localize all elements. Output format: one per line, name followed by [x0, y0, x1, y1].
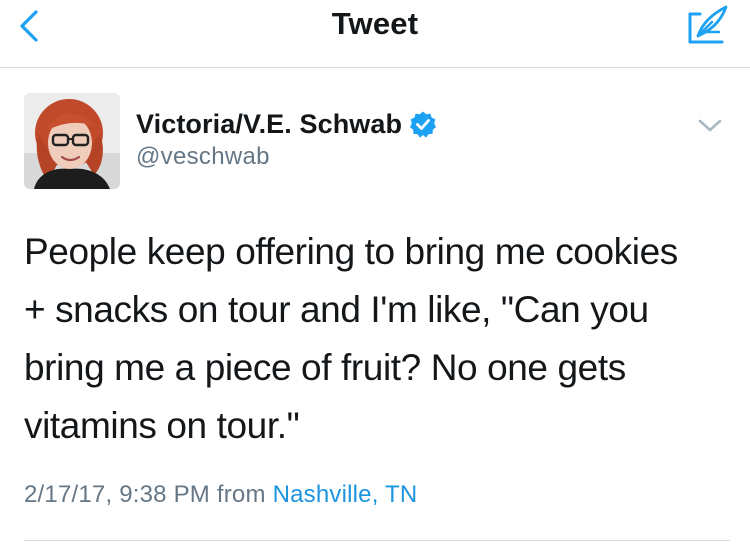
navigation-bar: Tweet [0, 0, 750, 68]
tweet-metadata: 2/17/17, 9:38 PM from Nashville, TN [24, 481, 417, 509]
author-handle[interactable]: @veschwab [136, 143, 437, 171]
verified-badge-icon [410, 111, 437, 138]
from-label: from [216, 481, 266, 508]
divider [24, 540, 730, 541]
profile-photo-icon [24, 93, 120, 189]
tweet-location-link[interactable]: Nashville, TN [273, 481, 418, 508]
avatar[interactable] [24, 93, 120, 189]
compose-tweet-button[interactable] [686, 4, 730, 46]
author-name-row: Victoria/V.E. Schwab [136, 107, 437, 141]
page-title: Tweet [331, 6, 419, 41]
chevron-down-icon [698, 119, 722, 132]
tweet-author[interactable]: Victoria/V.E. Schwab @veschwab [136, 107, 437, 171]
tweet-options-button[interactable] [696, 117, 724, 135]
tweet-text: People keep offering to bring me cookies… [24, 231, 678, 446]
author-name[interactable]: Victoria/V.E. Schwab [136, 109, 402, 140]
compose-feather-icon [688, 5, 728, 44]
tweet-timestamp: 2/17/17, 9:38 PM [24, 481, 210, 508]
